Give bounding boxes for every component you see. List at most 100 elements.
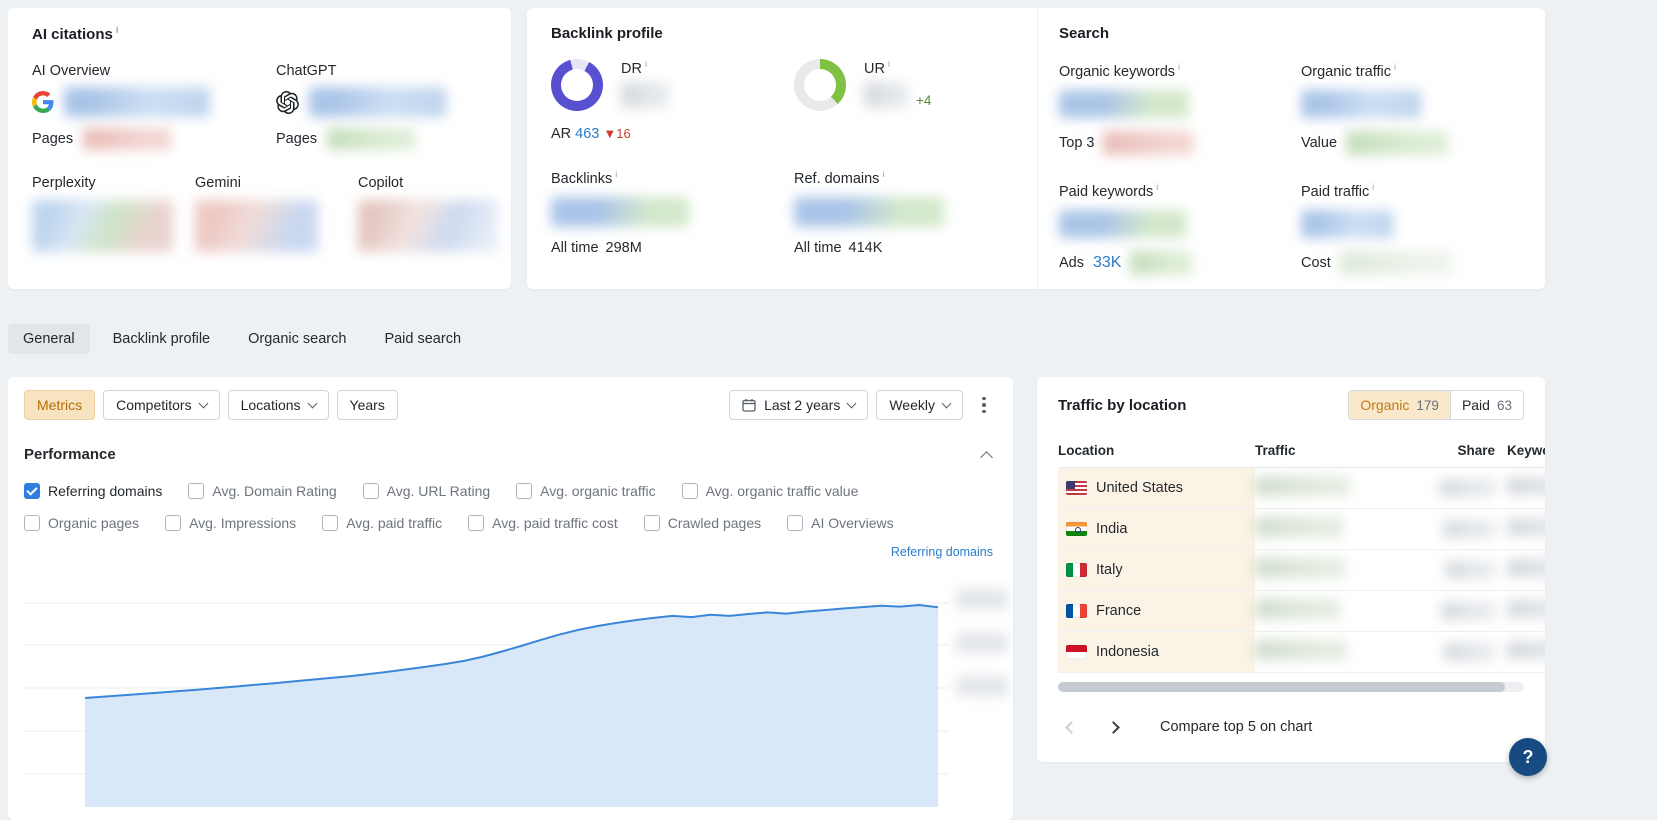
series-legend: Referring domains — [24, 545, 997, 559]
table-row[interactable]: France — [1058, 591, 1545, 632]
metric-checkbox-row-1: Referring domains Avg. Domain Rating Avg… — [24, 483, 997, 499]
help-button[interactable]: ? — [1509, 738, 1547, 776]
chevron-down-icon — [846, 398, 857, 409]
blurred-value — [1301, 90, 1421, 118]
organic-traffic-block: Organic traffic i Value — [1301, 62, 1524, 155]
tab-backlink-profile[interactable]: Backlink profile — [98, 324, 226, 354]
chatgpt-block: ChatGPT Pages — [276, 63, 487, 151]
checkbox-ai-overviews[interactable]: AI Overviews — [787, 515, 894, 531]
horizontal-scrollbar-thumb[interactable] — [1058, 682, 1506, 692]
checkbox-avg-url-rating[interactable]: Avg. URL Rating — [362, 483, 490, 499]
checkbox-avg-impressions[interactable]: Avg. Impressions — [165, 515, 296, 531]
checkbox-referring-domains[interactable]: Referring domains — [24, 483, 162, 499]
chevron-right-icon — [1106, 720, 1120, 734]
checkbox-label: Referring domains — [48, 483, 163, 499]
table-row[interactable]: Italy — [1058, 550, 1545, 591]
checkbox-box[interactable] — [787, 515, 804, 531]
collapse-section-button[interactable] — [980, 451, 993, 464]
checkbox-label: AI Overviews — [811, 515, 894, 531]
table-row[interactable]: United States — [1058, 468, 1545, 509]
paid-toggle-label: Paid — [1461, 397, 1490, 413]
all-time-value: 414K — [848, 240, 883, 256]
checkbox-avg-domain-rating[interactable]: Avg. Domain Rating — [188, 483, 337, 499]
paid-toggle-button[interactable]: Paid 63 — [1449, 391, 1523, 419]
blurred-value — [1346, 131, 1449, 155]
search-section: Search Organic keywords i Top 3 Organic t… — [1037, 8, 1545, 289]
paid-keywords-label: Paid keywords — [1059, 184, 1154, 200]
checkbox-organic-pages[interactable]: Organic pages — [24, 515, 139, 531]
traffic-location-table: Location Traffic Share Keywords United S… — [1058, 434, 1545, 673]
organic-paid-toggle: Organic 179 Paid 63 — [1348, 390, 1524, 420]
locations-button[interactable]: Locations — [227, 390, 329, 420]
ar-value-link[interactable]: 463 — [575, 126, 599, 142]
chevron-down-icon — [198, 398, 209, 409]
blurred-value — [1255, 476, 1350, 496]
ref-domains-label: Ref. domains — [794, 171, 880, 187]
info-icon[interactable]: i — [1156, 182, 1158, 192]
competitors-button[interactable]: Competitors — [103, 390, 220, 420]
organic-toggle-button[interactable]: Organic 179 — [1349, 391, 1450, 419]
checkbox-avg-paid-traffic-cost[interactable]: Avg. paid traffic cost — [468, 515, 618, 531]
info-icon[interactable]: i — [615, 169, 617, 179]
ai-citations-bottom-grid: Perplexity Gemini Copilot — [32, 175, 498, 252]
tab-general[interactable]: General — [8, 324, 90, 354]
checkbox-box[interactable] — [362, 483, 379, 499]
checkbox-box[interactable] — [516, 483, 533, 499]
checkbox-crawled-pages[interactable]: Crawled pages — [643, 515, 761, 531]
info-icon[interactable]: i — [888, 59, 890, 69]
table-row[interactable]: Indonesia — [1058, 632, 1545, 673]
checkbox-box[interactable] — [322, 515, 339, 531]
more-options-button[interactable] — [971, 390, 997, 420]
tab-organic-search[interactable]: Organic search — [233, 324, 361, 354]
chevron-down-icon — [307, 398, 317, 409]
checkbox-avg-organic-traffic-value[interactable]: Avg. organic traffic value — [681, 483, 858, 499]
column-header-keywords[interactable]: Keywords — [1495, 443, 1545, 458]
blurred-value — [1255, 517, 1343, 537]
paid-traffic-block: Paid traffic i Cost — [1301, 182, 1524, 275]
checkbox-box[interactable] — [24, 515, 40, 531]
referring-domains-series-link[interactable]: Referring domains — [891, 545, 993, 559]
column-header-location[interactable]: Location — [1058, 443, 1255, 458]
checkbox-avg-organic-traffic[interactable]: Avg. organic traffic — [516, 483, 656, 499]
tab-paid-search[interactable]: Paid search — [369, 324, 476, 354]
column-header-share[interactable]: Share — [1380, 443, 1495, 458]
cost-label: Cost — [1301, 255, 1331, 271]
ur-donut-chart — [794, 59, 846, 111]
info-icon[interactable]: i — [1372, 182, 1374, 192]
info-icon[interactable]: i — [1178, 62, 1180, 72]
blurred-value — [195, 200, 318, 252]
metrics-button[interactable]: Metrics — [24, 390, 96, 420]
column-header-traffic[interactable]: Traffic — [1255, 443, 1380, 458]
checkbox-box[interactable] — [468, 515, 485, 531]
checkbox-box[interactable] — [24, 483, 40, 499]
info-icon[interactable]: i — [882, 169, 884, 179]
organic-traffic-label: Organic traffic — [1301, 64, 1391, 80]
blurred-value — [1507, 559, 1545, 577]
years-button[interactable]: Years — [336, 390, 398, 420]
chevron-down-icon — [941, 398, 952, 409]
blurred-axis-label — [956, 676, 1008, 696]
info-icon[interactable]: i — [116, 25, 119, 35]
ads-value-link[interactable]: 33K — [1093, 254, 1121, 272]
checkbox-box[interactable] — [188, 483, 205, 499]
compare-top5-link[interactable]: Compare top 5 on chart — [1160, 719, 1312, 735]
next-page-button[interactable] — [1100, 714, 1126, 740]
backlink-search-card: Backlink profile DR i AR 463 ▼16 UR i +4… — [527, 8, 1545, 289]
horizontal-scrollbar[interactable] — [1058, 682, 1524, 692]
country-name: India — [1096, 521, 1128, 537]
table-row[interactable]: India — [1058, 509, 1545, 550]
traffic-by-location-panel: Traffic by location Organic 179 Paid 63 … — [1037, 377, 1545, 762]
competitors-button-label: Competitors — [116, 397, 192, 413]
info-icon[interactable]: i — [1394, 62, 1396, 72]
info-icon[interactable]: i — [645, 59, 647, 69]
checkbox-avg-paid-traffic[interactable]: Avg. paid traffic — [322, 515, 442, 531]
ref-domains-all-time: All time 414K — [794, 240, 1013, 256]
checkbox-box[interactable] — [165, 515, 182, 531]
checkbox-box[interactable] — [681, 483, 698, 499]
date-range-button[interactable]: Last 2 years — [729, 390, 869, 420]
copilot-block: Copilot — [358, 175, 498, 252]
previous-page-button[interactable] — [1058, 714, 1084, 740]
checkbox-box[interactable] — [643, 515, 660, 531]
locations-button-label: Locations — [240, 397, 301, 413]
granularity-button[interactable]: Weekly — [876, 390, 963, 420]
